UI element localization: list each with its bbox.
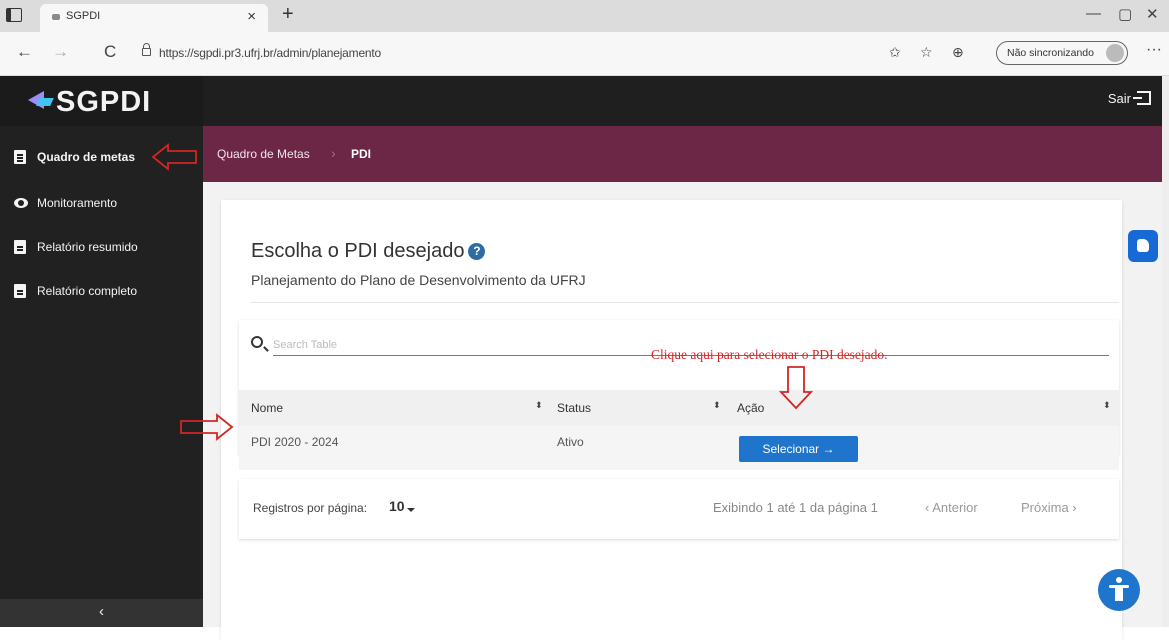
app-logo[interactable]: SGPDI	[0, 76, 203, 126]
accessibility-figure-head	[1116, 577, 1122, 583]
sidebar-item-quadro-de-metas[interactable]: Quadro de metas	[0, 144, 203, 172]
browser-tab-bar: SGPDI × + — ▢ ✕	[0, 0, 1169, 32]
divider	[251, 302, 1119, 303]
url-field[interactable]: https://sgpdi.pr3.ufrj.br/admin/planejam…	[159, 46, 381, 60]
more-menu-icon[interactable]: ···	[1146, 41, 1162, 59]
forward-icon[interactable]: →	[52, 42, 69, 62]
pagination-info: Exibindo 1 até 1 da página 1	[713, 500, 878, 515]
select-pdi-button[interactable]: Selecionar →	[739, 436, 858, 462]
sidebar-collapse-button[interactable]: ‹	[0, 599, 203, 627]
profile-sync-button[interactable]: Não sincronizando	[996, 41, 1128, 65]
clipboard-icon	[14, 150, 26, 164]
chevron-down-icon[interactable]	[407, 508, 415, 512]
cell-status: Ativo	[557, 435, 584, 449]
cell-nome: PDI 2020 - 2024	[251, 435, 339, 449]
sidebar-item-monitoramento[interactable]: Monitoramento	[0, 190, 203, 218]
pdi-card: Escolha o PDI desejado? Planejamento do …	[221, 200, 1122, 640]
logout-button[interactable]: Sair	[1108, 91, 1151, 106]
breadcrumb-item-pdi: PDI	[351, 147, 372, 161]
sidebar-item-relatorio-completo[interactable]: Relatório completo	[0, 278, 203, 306]
sidebar: SGPDI Quadro de metas Monitoramento Rela…	[0, 76, 203, 627]
logout-icon	[1133, 91, 1151, 105]
sidebar-item-label: Relatório resumido	[37, 240, 138, 254]
sort-icon[interactable]: ⬍	[1103, 400, 1111, 411]
new-tab-icon[interactable]: +	[282, 3, 294, 26]
collections-icon[interactable]: ⊕	[952, 44, 964, 61]
per-page-label: Registros por página:	[253, 501, 368, 515]
previous-page-button[interactable]: ‹ Anterior	[925, 500, 978, 515]
breadcrumb-separator: ›	[331, 145, 336, 161]
column-header-nome: Nome	[251, 401, 284, 415]
address-bar: ← → C https://sgpdi.pr3.ufrj.br/admin/pl…	[0, 32, 1169, 76]
logo-text: SGPDI	[56, 86, 152, 118]
sidebar-item-label: Quadro de metas	[37, 150, 136, 164]
lock-icon	[142, 43, 151, 56]
browser-tab[interactable]: SGPDI ×	[40, 4, 268, 32]
document-icon	[14, 284, 26, 298]
breadcrumb-item-quadro-de-metas[interactable]: Quadro de Metas	[217, 147, 310, 161]
table-row: PDI 2020 - 2024 Ativo Selecionar →	[239, 426, 1119, 470]
reload-icon[interactable]: C	[104, 42, 116, 62]
pagination-bar: Registros por página: 10 Exibindo 1 até …	[239, 479, 1119, 539]
tab-close-icon[interactable]: ×	[247, 8, 256, 25]
minimize-icon[interactable]: —	[1086, 5, 1101, 22]
sort-icon[interactable]: ⬍	[535, 400, 543, 411]
logout-label: Sair	[1107, 91, 1131, 106]
back-icon[interactable]: ←	[16, 42, 33, 62]
page-title-text: Escolha o PDI desejado	[251, 240, 465, 262]
avatar	[1106, 44, 1124, 62]
scrollbar[interactable]	[1162, 76, 1169, 627]
read-aloud-icon[interactable]: ✩	[889, 44, 901, 61]
annotation-text: Clique aqui para selecionar o PDI deseja…	[651, 347, 888, 362]
tab-actions-icon[interactable]	[6, 8, 22, 22]
column-header-status: Status	[557, 401, 592, 415]
next-page-button[interactable]: Próxima ›	[1021, 500, 1077, 515]
main-content: Escolha o PDI desejado? Planejamento do …	[203, 182, 1169, 640]
breadcrumb: Quadro de Metas › PDI	[203, 126, 1169, 182]
sign-language-widget-icon[interactable]	[1128, 230, 1158, 262]
sync-label: Não sincronizando	[1007, 47, 1094, 59]
per-page-select[interactable]: 10	[389, 498, 405, 514]
document-icon	[14, 240, 26, 254]
logo-mark-accent-icon	[36, 98, 54, 106]
sidebar-item-relatorio-resumido[interactable]: Relatório resumido	[0, 234, 203, 262]
tab-title: SGPDI	[66, 10, 101, 22]
column-header-acao: Ação	[737, 401, 765, 415]
accessibility-figure-body	[1115, 587, 1123, 601]
sort-icon[interactable]: ⬍	[713, 400, 721, 411]
search-icon	[251, 336, 263, 348]
favicon-icon	[52, 14, 60, 20]
page-subtitle: Planejamento do Plano de Desenvolvimento…	[251, 272, 586, 288]
favorites-icon[interactable]: ☆	[920, 44, 933, 61]
sidebar-item-label: Monitoramento	[37, 196, 118, 210]
accessibility-icon[interactable]	[1098, 569, 1140, 611]
app-header: Sair	[203, 76, 1169, 126]
pdi-table: Nome ⬍ Status ⬍ Ação ⬍ PDI 2020 - 2024 A…	[239, 320, 1119, 470]
page-title: Escolha o PDI desejado?	[251, 240, 486, 263]
eye-icon	[14, 198, 28, 208]
table-header: Nome ⬍ Status ⬍ Ação ⬍	[239, 390, 1119, 426]
help-icon[interactable]: ?	[468, 243, 486, 260]
window-close-icon[interactable]: ✕	[1146, 5, 1159, 23]
maximize-icon[interactable]: ▢	[1118, 5, 1132, 23]
sidebar-item-label: Relatório completo	[37, 284, 138, 298]
